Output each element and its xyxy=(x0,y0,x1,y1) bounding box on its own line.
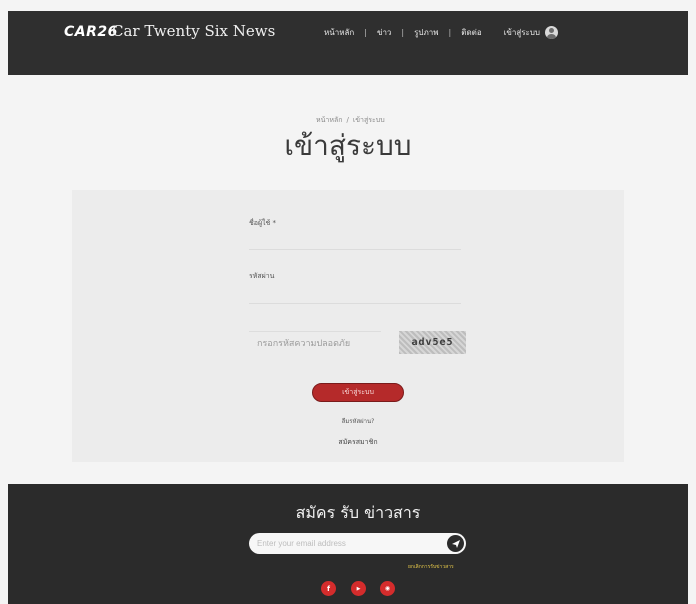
captcha-image: adv5e5 xyxy=(399,331,466,354)
site-title[interactable]: Car Twenty Six News xyxy=(112,22,275,40)
breadcrumb-separator: / xyxy=(346,116,349,124)
site-header xyxy=(8,11,688,75)
newsletter-title: สมัคร รับ ข่าวสาร xyxy=(295,503,421,522)
breadcrumb-home[interactable]: หน้าหลัก xyxy=(316,116,342,124)
facebook-icon[interactable]: f xyxy=(321,581,336,596)
nav-item-contact[interactable]: ติดต่อ xyxy=(461,26,481,39)
line-icon[interactable]: ◉ xyxy=(380,581,395,596)
nav-divider: | xyxy=(401,28,405,37)
nav-divider: | xyxy=(364,28,367,37)
page-title: เข้าสู่ระบบ xyxy=(284,129,412,162)
facebook-glyph: f xyxy=(326,584,331,593)
newsletter-form xyxy=(249,533,466,554)
username-field[interactable] xyxy=(249,232,461,250)
cancel-subscription-link[interactable]: ยกเลิกการรับข่าวสาร xyxy=(408,563,454,571)
nav-divider: | xyxy=(448,28,452,37)
nav-login[interactable]: เข้าสู่ระบบ xyxy=(504,26,558,39)
youtube-glyph: ▶ xyxy=(356,585,361,592)
nav-item-gallery[interactable]: รูปภาพ xyxy=(414,26,438,39)
login-button[interactable]: เข้าสู่ระบบ xyxy=(312,383,404,402)
register-link[interactable]: สมัครสมาชิก xyxy=(0,437,696,448)
breadcrumb-current: เข้าสู่ระบบ xyxy=(352,116,385,124)
forgot-password-link[interactable]: ลืมรหัสผ่าน? xyxy=(0,416,696,426)
main-nav: หน้าหลัก | ข่าว | รูปภาพ | ติดต่อ เข้าสู… xyxy=(324,26,558,39)
logo[interactable]: CAR26 xyxy=(64,24,118,40)
line-glyph: ◉ xyxy=(384,585,391,592)
password-field[interactable] xyxy=(249,286,461,304)
send-icon xyxy=(451,539,460,548)
newsletter-email-input[interactable] xyxy=(257,533,437,554)
username-label: ชื่อผู้ใช้ * xyxy=(249,219,276,227)
nav-login-label: เข้าสู่ระบบ xyxy=(503,28,540,37)
page: CAR26 Car Twenty Six News หน้าหลัก | ข่า… xyxy=(0,0,696,604)
password-label: รหัสผ่าน xyxy=(249,272,275,280)
nav-item-home[interactable]: หน้าหลัก xyxy=(324,26,354,39)
user-icon xyxy=(544,26,558,39)
nav-item-news[interactable]: ข่าว xyxy=(377,26,391,39)
captcha-input[interactable] xyxy=(249,331,381,353)
youtube-icon[interactable]: ▶ xyxy=(351,581,366,596)
newsletter-send-button[interactable] xyxy=(447,535,464,552)
